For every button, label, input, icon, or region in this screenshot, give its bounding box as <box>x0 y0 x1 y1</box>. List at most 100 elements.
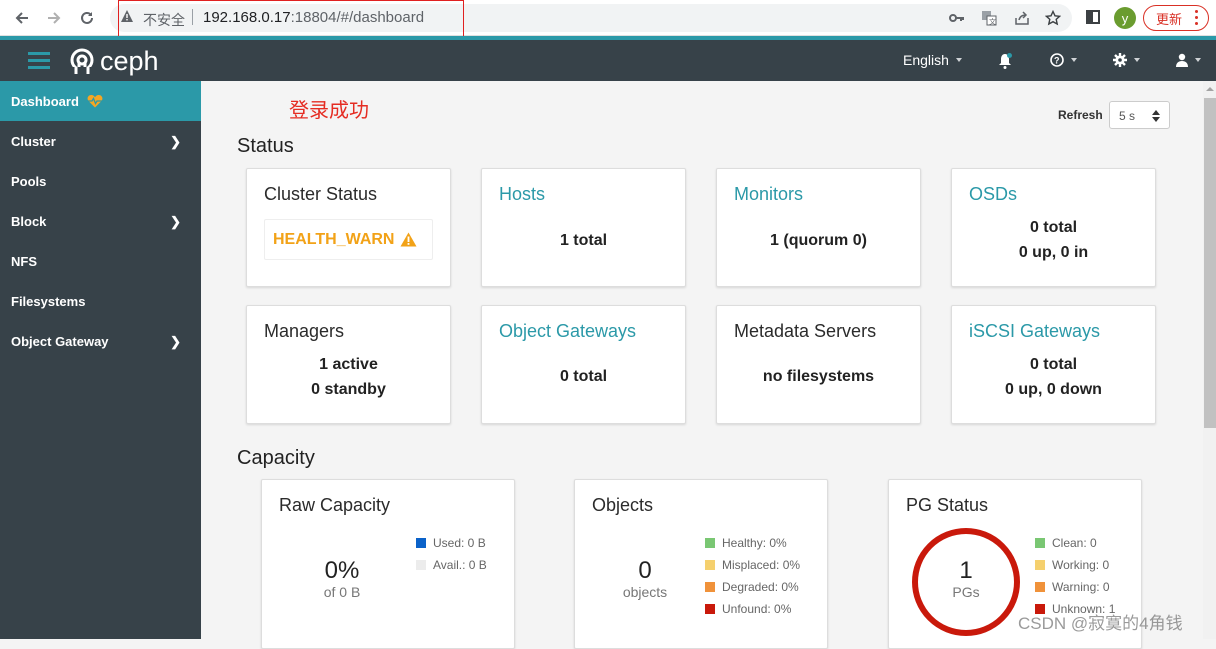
sidebar-item-cluster[interactable]: Cluster ❯ <box>0 121 201 161</box>
raw-capacity-chart-center: 0% of 0 B <box>302 557 382 601</box>
managers-card: Managers 1 active 0 standby <box>246 305 451 424</box>
card-title: Managers <box>264 321 345 341</box>
refresh-label: Refresh <box>1058 108 1103 122</box>
hosts-link[interactable]: Hosts <box>499 184 545 205</box>
managers-standby: 0 standby <box>311 381 386 398</box>
objects-count: 0 <box>638 557 652 584</box>
settings-dropdown[interactable] <box>1113 53 1140 67</box>
sidebar-item-label: NFS <box>11 253 37 269</box>
sidebar-item-pools[interactable]: Pools <box>0 161 201 201</box>
objects-label: objects <box>622 584 668 600</box>
url-highlight-annotation <box>118 0 464 40</box>
forward-icon <box>48 12 61 24</box>
select-arrows-icon <box>1152 110 1160 122</box>
translate-icon: 文 <box>982 11 997 26</box>
legend-item[interactable]: Avail.: 0 B <box>416 554 487 576</box>
sidebar-item-label: Dashboard <box>11 93 79 109</box>
sidebar-item-nfs[interactable]: NFS <box>0 241 201 281</box>
legend-item[interactable]: Unfound: 0% <box>705 598 800 620</box>
ceph-logo[interactable]: ceph <box>68 46 159 77</box>
monitors-link[interactable]: Monitors <box>734 184 803 205</box>
bookmark-button[interactable] <box>1043 8 1063 28</box>
chevron-right-icon: ❯ <box>170 334 181 349</box>
sidebar-item-dashboard[interactable]: Dashboard <box>0 81 201 121</box>
bell-icon <box>999 53 1012 69</box>
sidebar-item-label: Pools <box>11 173 47 189</box>
sidebar-item-object-gateway[interactable]: Object Gateway ❯ <box>0 321 201 361</box>
iscsi-gateways-link[interactable]: iSCSI Gateways <box>969 321 1100 342</box>
sidebar-item-label: Filesystems <box>11 293 86 309</box>
scroll-up-arrow-icon[interactable] <box>1206 87 1214 91</box>
hosts-card: Hosts 1 total <box>481 168 686 287</box>
status-section-title: Status <box>237 135 294 157</box>
legend-swatch <box>705 560 715 570</box>
browser-toolbar: 不安全 192.168.0.17:18804/#/dashboard 文 y 更… <box>0 0 1216 40</box>
sidebar-item-block[interactable]: Block ❯ <box>0 201 201 241</box>
user-dropdown[interactable] <box>1176 53 1201 67</box>
health-status-badge[interactable]: HEALTH_WARN <box>264 219 433 260</box>
card-title: PG Status <box>906 495 989 515</box>
sidebar-item-label: Object Gateway <box>11 333 109 349</box>
objects-legend: Healthy: 0% Misplaced: 0% Degraded: 0% U… <box>705 532 800 620</box>
pg-status-legend: Clean: 0 Working: 0 Warning: 0 Unknown: … <box>1035 532 1115 620</box>
help-dropdown[interactable]: ? <box>1050 53 1077 67</box>
object-gateways-link[interactable]: Object Gateways <box>499 321 636 342</box>
watermark: CSDN @寂寞的4角钱 <box>1018 614 1183 633</box>
legend-label: Clean: 0 <box>1052 536 1097 550</box>
raw-capacity-percent: 0% <box>324 557 360 584</box>
sidebar-item-filesystems[interactable]: Filesystems <box>0 281 201 321</box>
chevron-right-icon: ❯ <box>170 214 181 229</box>
ceph-logo-icon <box>70 48 94 76</box>
translate-button[interactable]: 文 <box>979 8 999 28</box>
object-gateways-total: 0 total <box>559 368 608 385</box>
legend-item[interactable]: Working: 0 <box>1035 554 1115 576</box>
legend-swatch <box>1035 538 1045 548</box>
capacity-section-title: Capacity <box>237 447 315 469</box>
heartbeat-icon <box>87 95 103 108</box>
card-title: Objects <box>592 495 654 515</box>
legend-label: Avail.: 0 B <box>433 558 487 572</box>
legend-item[interactable]: Misplaced: 0% <box>705 554 800 576</box>
refresh-interval-select[interactable]: 5 s <box>1109 101 1170 129</box>
legend-item[interactable]: Degraded: 0% <box>705 576 800 598</box>
legend-item[interactable]: Warning: 0 <box>1035 576 1115 598</box>
language-dropdown[interactable]: English <box>903 52 962 68</box>
legend-item[interactable]: Used: 0 B <box>416 532 487 554</box>
osds-card: OSDs 0 total 0 up, 0 in <box>951 168 1156 287</box>
back-button[interactable] <box>10 6 34 30</box>
side-panel-icon[interactable] <box>1086 10 1100 24</box>
monitors-quorum: 1 (quorum 0) <box>770 232 867 249</box>
caret-down-icon <box>1195 58 1201 62</box>
iscsi-up-down: 0 up, 0 down <box>1005 381 1102 398</box>
legend-label: Working: 0 <box>1052 558 1110 572</box>
update-button[interactable]: 更新 <box>1143 5 1209 31</box>
osds-total: 0 total <box>1029 219 1078 236</box>
legend-label: Degraded: 0% <box>722 580 799 594</box>
legend-swatch <box>705 582 715 592</box>
page-scrollbar[interactable] <box>1203 81 1216 639</box>
gear-icon <box>1113 53 1127 67</box>
hamburger-icon[interactable] <box>28 52 50 69</box>
profile-avatar[interactable]: y <box>1114 7 1136 29</box>
managers-active: 1 active <box>319 356 378 373</box>
legend-swatch <box>1035 582 1045 592</box>
notifications-button[interactable] <box>997 53 1013 69</box>
iscsi-total: 0 total <box>1029 356 1078 373</box>
scrollbar-thumb[interactable] <box>1204 98 1216 428</box>
forward-button[interactable] <box>42 6 66 30</box>
card-title: Cluster Status <box>264 184 378 204</box>
legend-label: Unfound: 0% <box>722 602 792 616</box>
osds-link[interactable]: OSDs <box>969 184 1017 205</box>
pg-label: PGs <box>952 584 980 600</box>
legend-item[interactable]: Clean: 0 <box>1035 532 1115 554</box>
key-button[interactable] <box>947 8 967 28</box>
star-icon <box>1045 10 1061 26</box>
cluster-status-card: Cluster Status HEALTH_WARN <box>246 168 451 287</box>
card-title: Metadata Servers <box>734 321 877 341</box>
caret-down-icon <box>955 58 962 62</box>
language-label: English <box>903 52 949 68</box>
share-button[interactable] <box>1012 8 1032 28</box>
reload-button[interactable] <box>75 6 99 30</box>
legend-item[interactable]: Healthy: 0% <box>705 532 800 554</box>
chevron-right-icon: ❯ <box>170 134 181 149</box>
